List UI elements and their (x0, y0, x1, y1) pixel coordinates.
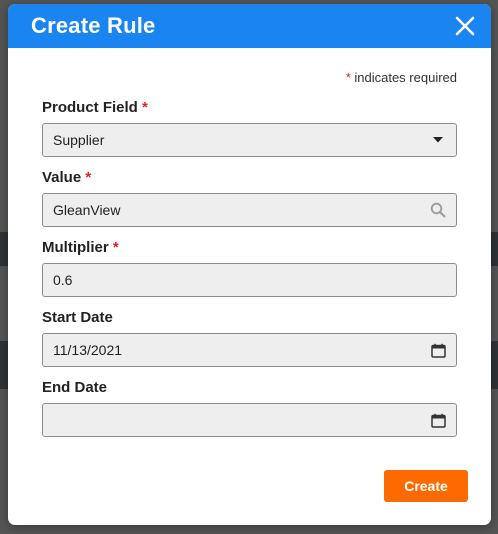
start-date-value: 11/13/2021 (53, 342, 123, 358)
close-icon (455, 16, 475, 36)
required-star: * (85, 169, 92, 186)
dialog-header: Create Rule (8, 4, 491, 48)
dialog-title: Create Rule (31, 13, 156, 38)
calendar-icon[interactable] (430, 342, 446, 358)
value-label: Value * (42, 169, 91, 186)
multiplier-label-text: Multiplier (42, 239, 109, 256)
end-date-label-text: End Date (42, 379, 108, 396)
product-field-label: Product Field * (42, 99, 148, 116)
create-rule-dialog: Create Rule * indicates required Product… (8, 4, 491, 525)
end-date-field[interactable] (42, 403, 457, 437)
end-date-label: End Date (42, 379, 107, 396)
required-star: * (112, 239, 119, 256)
multiplier-value: 0.6 (53, 272, 73, 288)
close-button[interactable] (453, 14, 477, 38)
multiplier-label: Multiplier * (42, 239, 119, 256)
calendar-icon[interactable] (430, 412, 446, 428)
required-star: * (142, 99, 148, 116)
create-button[interactable]: Create (384, 470, 468, 502)
value-field-value: GleanView (53, 202, 121, 218)
product-field-select[interactable]: Supplier (42, 123, 457, 157)
product-field-label-text: Product Field (42, 99, 138, 116)
search-icon[interactable] (430, 202, 446, 218)
required-star: * (345, 70, 351, 85)
required-note-text: indicates required (354, 70, 457, 85)
product-field-value: Supplier (53, 132, 105, 148)
start-date-label-text: Start Date (42, 309, 113, 326)
start-date-field[interactable]: 11/13/2021 (42, 333, 457, 367)
multiplier-input[interactable]: 0.6 (42, 263, 457, 297)
start-date-label: Start Date (42, 309, 113, 326)
value-label-text: Value (42, 169, 82, 186)
required-note: * indicates required (346, 70, 457, 85)
caret-down-icon (430, 132, 446, 148)
value-search-field[interactable]: GleanView (42, 193, 457, 227)
